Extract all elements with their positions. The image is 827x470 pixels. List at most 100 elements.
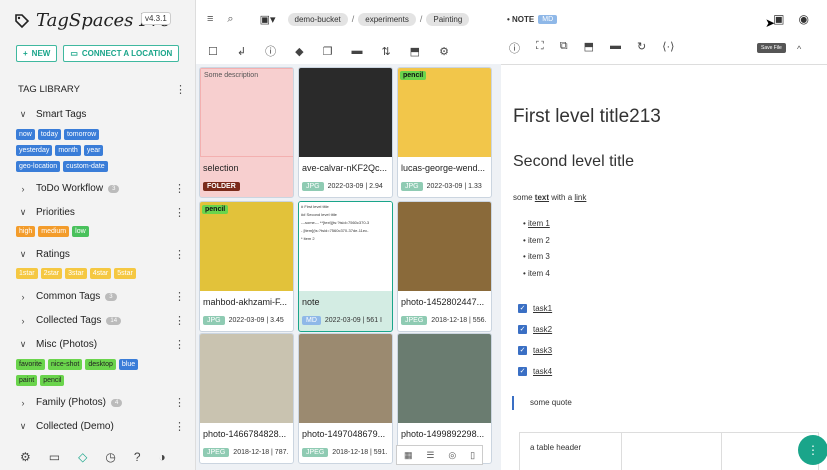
tag-1star[interactable]: 1star	[16, 268, 38, 279]
tag-year[interactable]: year	[83, 145, 104, 156]
breadcrumb-experiments[interactable]: experiments	[358, 12, 416, 26]
more-icon[interactable]: ⋮	[174, 396, 185, 409]
more-icon[interactable]: ⋮	[174, 248, 185, 261]
sort-icon[interactable]: ⇅	[381, 45, 390, 58]
gallery-view-icon[interactable]: ◎	[448, 450, 456, 461]
family-photos-group[interactable]: › Family (Photos) 4 ⋮	[17, 396, 186, 409]
tag-blue[interactable]: blue	[118, 359, 139, 370]
breadcrumb-painting[interactable]: Painting	[426, 12, 470, 26]
briefcase-icon[interactable]: ▣▾	[260, 13, 276, 26]
tag-4star[interactable]: 4star	[89, 268, 112, 279]
tag-pencil[interactable]: pencil	[40, 375, 65, 386]
task-item[interactable]: ✓ task4	[518, 367, 552, 376]
breadcrumb-bucket[interactable]: demo-bucket	[287, 12, 348, 26]
import-icon[interactable]: ⬒	[410, 45, 420, 58]
tag-month[interactable]: month	[55, 145, 81, 156]
tags-icon[interactable]: ◇	[78, 450, 87, 464]
history-icon[interactable]: ◷	[105, 450, 115, 464]
connect-location-button[interactable]: ▭ CONNECT A LOCATION	[63, 45, 180, 62]
more-icon[interactable]: ⋮	[174, 338, 185, 351]
copy-icon[interactable]: ❐	[323, 45, 333, 58]
tag-custom-date[interactable]: custom-date	[63, 161, 108, 172]
tag-geo-location[interactable]: geo-location	[16, 161, 61, 172]
tag-low[interactable]: low	[72, 226, 89, 237]
collapse-icon[interactable]: ≡	[207, 13, 213, 25]
checkbox-icon[interactable]: ✓	[518, 304, 527, 313]
tag-tomorrow[interactable]: tomorrow	[63, 129, 100, 140]
delete-icon[interactable]: ▬	[351, 45, 362, 57]
ratings-group[interactable]: ∨ Ratings ⋮	[17, 248, 185, 261]
info-icon[interactable]: ⓘ	[265, 43, 276, 59]
file-cell[interactable]: pencil mahbod-akhzami-F... JPG 2022-03-09 |…	[199, 201, 294, 332]
tag-desktop[interactable]: desktop	[85, 359, 116, 370]
checkbox-icon[interactable]: ✓	[518, 346, 527, 355]
tag-favorite[interactable]: favorite	[16, 359, 45, 370]
checkbox-icon[interactable]: ✓	[518, 325, 527, 334]
tag-medium[interactable]: medium	[38, 226, 70, 237]
file-cell[interactable]: photo-1497048679... JPEG 2018-12-18 | 591.	[298, 333, 393, 464]
md-link[interactable]: link	[574, 193, 586, 202]
more-icon[interactable]: ⋮	[174, 206, 185, 219]
tag-2star[interactable]: 2star	[40, 268, 63, 279]
list-view-icon[interactable]: ☰	[426, 450, 434, 461]
collected-demo-group[interactable]: ∨ Collected (Demo) ⋮	[17, 420, 185, 433]
collected-tags-group[interactable]: › Collected Tags 14 ⋮	[17, 314, 186, 327]
more-icon[interactable]: ⋮	[174, 182, 185, 195]
task-item[interactable]: ✓ task3	[518, 346, 552, 355]
open-external-icon[interactable]: ⧉	[560, 40, 568, 56]
fab-more-button[interactable]: ⋮	[798, 435, 827, 465]
reload-icon[interactable]: ↻	[637, 40, 646, 56]
settings-icon[interactable]: ⚙	[439, 45, 449, 58]
more-icon[interactable]: ⋮	[175, 83, 186, 96]
more-icon[interactable]: ⋮	[174, 314, 185, 327]
smart-tags-group[interactable]: ∨ Smart Tags	[17, 109, 185, 120]
tag-now[interactable]: now	[16, 129, 35, 140]
fullscreen-icon[interactable]: ⛶	[536, 40, 544, 56]
todo-workflow-group[interactable]: › ToDo Workflow 3 ⋮	[17, 182, 186, 195]
priorities-group[interactable]: ∨ Priorities ⋮	[17, 206, 185, 219]
select-all-icon[interactable]: ☐	[208, 45, 218, 58]
tag-today[interactable]: today	[37, 129, 61, 140]
settings-icon[interactable]: ⚙	[20, 450, 31, 464]
tag-3star[interactable]: 3star	[65, 268, 87, 279]
misc-photos-group[interactable]: ∨ Misc (Photos) ⋮	[17, 338, 185, 351]
folder-icon: ▭	[70, 49, 78, 58]
file-cell[interactable]: # First level title ## Second level title…	[298, 201, 393, 332]
more-icon[interactable]: ⋮	[174, 420, 185, 433]
tag-yesterday[interactable]: yesterday	[16, 145, 53, 156]
task-item[interactable]: ✓ task2	[518, 325, 552, 334]
file-cell[interactable]: photo-1466784828... JPEG 2018-12-18 | 787.	[199, 333, 294, 464]
locations-icon[interactable]: ▭	[49, 450, 60, 464]
info-icon[interactable]: ⓘ	[509, 40, 520, 56]
more-icon[interactable]: ⋮	[174, 290, 185, 303]
go-up-icon[interactable]: ↲	[237, 45, 246, 58]
file-cell[interactable]: Some description selection FOLDER	[199, 67, 294, 198]
file-tag[interactable]: pencil	[400, 71, 427, 80]
task-item[interactable]: ✓ task1	[518, 304, 552, 313]
grid-view-icon[interactable]: ▦	[404, 450, 413, 461]
file-cell[interactable]: pencil lucas-george-wend... JPG 2022-03-09 …	[397, 67, 492, 198]
search-icon[interactable]: ⌕	[227, 13, 233, 26]
common-tags-group[interactable]: › Common Tags 3 ⋮	[17, 290, 186, 303]
tag-paint[interactable]: paint	[16, 375, 38, 386]
checkbox-icon[interactable]: ✓	[518, 367, 527, 376]
help-icon[interactable]: ?	[134, 450, 141, 464]
tag-5star[interactable]: 5star	[114, 268, 136, 279]
left-panel: TagSpaces Pro v4.3.1 + NEW ▭ CONNECT A LOC…	[0, 0, 196, 470]
delete-icon[interactable]: ▬	[610, 40, 621, 56]
tag-icon[interactable]: ◆	[295, 45, 303, 58]
tag-high[interactable]: high	[16, 226, 36, 237]
file-tag[interactable]: pencil	[202, 205, 229, 214]
file-cell[interactable]: ave-calvar-nKF2Qc... JPG 2022-03-09 | 2.94	[298, 67, 393, 198]
preview-line: - [item](ts:?tsid=7560c370-37de-11ec-	[301, 228, 369, 233]
file-cell[interactable]: photo-1452802447... JPEG 2018-12-18 | 556.	[397, 201, 492, 332]
eye-icon[interactable]: ◉	[799, 12, 809, 26]
code-icon[interactable]: ⟨·⟩	[662, 40, 674, 56]
theme-icon[interactable]: ◑	[159, 450, 166, 464]
download-icon[interactable]: ⬒	[584, 40, 594, 56]
new-button[interactable]: + NEW	[16, 45, 58, 62]
chevron-up-icon[interactable]: ^	[797, 44, 801, 54]
tag-nice-shot[interactable]: nice-shot	[47, 359, 83, 370]
md-table: a table header	[519, 432, 819, 470]
map-view-icon[interactable]: ▯	[470, 450, 475, 461]
